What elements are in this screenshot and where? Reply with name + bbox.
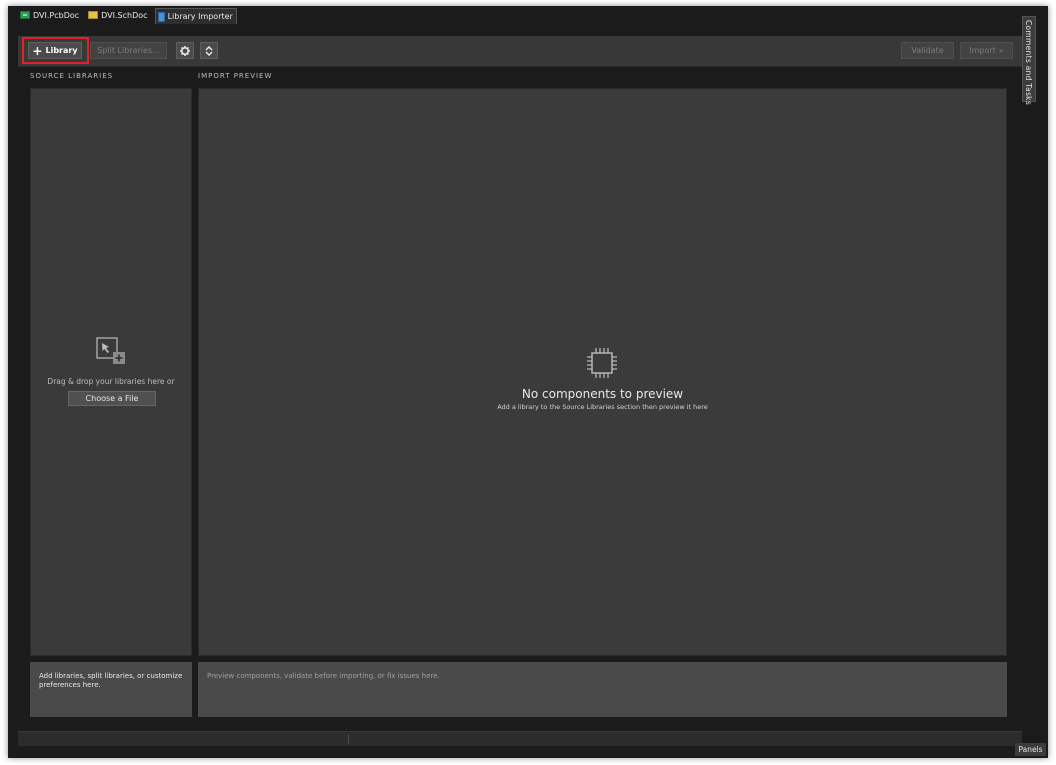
panels-button[interactable]: Panels [1015, 743, 1046, 756]
choose-file-button[interactable]: Choose a File [68, 391, 156, 406]
source-help-box: Add libraries, split libraries, or custo… [30, 662, 192, 717]
import-arrow-icon: » [998, 46, 1004, 55]
choose-file-label: Choose a File [85, 394, 139, 403]
tab-schematic-document[interactable]: DVI.SchDoc [86, 8, 150, 22]
status-divider [348, 734, 349, 744]
validate-label: Validate [911, 46, 944, 55]
empty-state-subtitle: Add a library to the Source Libraries se… [497, 403, 708, 411]
gear-icon [180, 45, 190, 56]
document-tab-bar: DVI.PcbDoc DVI.SchDoc Library Importer [18, 8, 237, 24]
sort-icon [205, 45, 213, 56]
import-preview-panel: No components to preview Add a library t… [198, 88, 1007, 656]
drag-drop-icon [96, 337, 125, 364]
tab-label: DVI.PcbDoc [33, 10, 80, 20]
tab-library-importer[interactable]: Library Importer [154, 8, 237, 24]
import-label: Import [969, 46, 996, 55]
plus-icon: + [32, 43, 43, 58]
source-help-text: Add libraries, split libraries, or custo… [39, 672, 183, 689]
component-chip-icon [587, 348, 617, 378]
panels-label: Panels [1018, 745, 1043, 754]
comments-and-tasks-label: Comments and Tasks [1024, 20, 1033, 106]
pcb-document-icon [20, 11, 30, 19]
source-libraries-panel[interactable]: Drag & drop your libraries here or Choos… [30, 88, 192, 656]
application-window: DVI.PcbDoc DVI.SchDoc Library Importer +… [8, 6, 1048, 758]
drag-drop-text: Drag & drop your libraries here or [47, 377, 175, 386]
add-library-button[interactable]: + Library [28, 42, 82, 59]
settings-button[interactable] [176, 42, 194, 59]
sort-button[interactable] [200, 42, 218, 59]
source-libraries-heading: SOURCE LIBRARIES [30, 72, 114, 80]
import-preview-heading: IMPORT PREVIEW [198, 72, 273, 80]
import-button[interactable]: Import » [960, 42, 1013, 59]
tab-label: DVI.SchDoc [101, 10, 148, 20]
library-importer-icon [157, 11, 165, 22]
validate-button[interactable]: Validate [901, 42, 954, 59]
schematic-document-icon [88, 11, 99, 19]
tab-pcb-document[interactable]: DVI.PcbDoc [18, 8, 82, 22]
tab-label: Library Importer [167, 12, 233, 21]
status-bar [18, 731, 1022, 746]
preview-help-text: Preview components, validate before impo… [207, 672, 440, 680]
preview-help-box: Preview components, validate before impo… [198, 662, 1007, 717]
toolbar: + Library Split Libraries... Validate Im… [18, 36, 1022, 67]
add-library-label: Library [45, 46, 78, 55]
split-libraries-label: Split Libraries... [97, 46, 160, 55]
empty-state-title: No components to preview [521, 387, 684, 401]
split-libraries-button[interactable]: Split Libraries... [90, 42, 167, 59]
